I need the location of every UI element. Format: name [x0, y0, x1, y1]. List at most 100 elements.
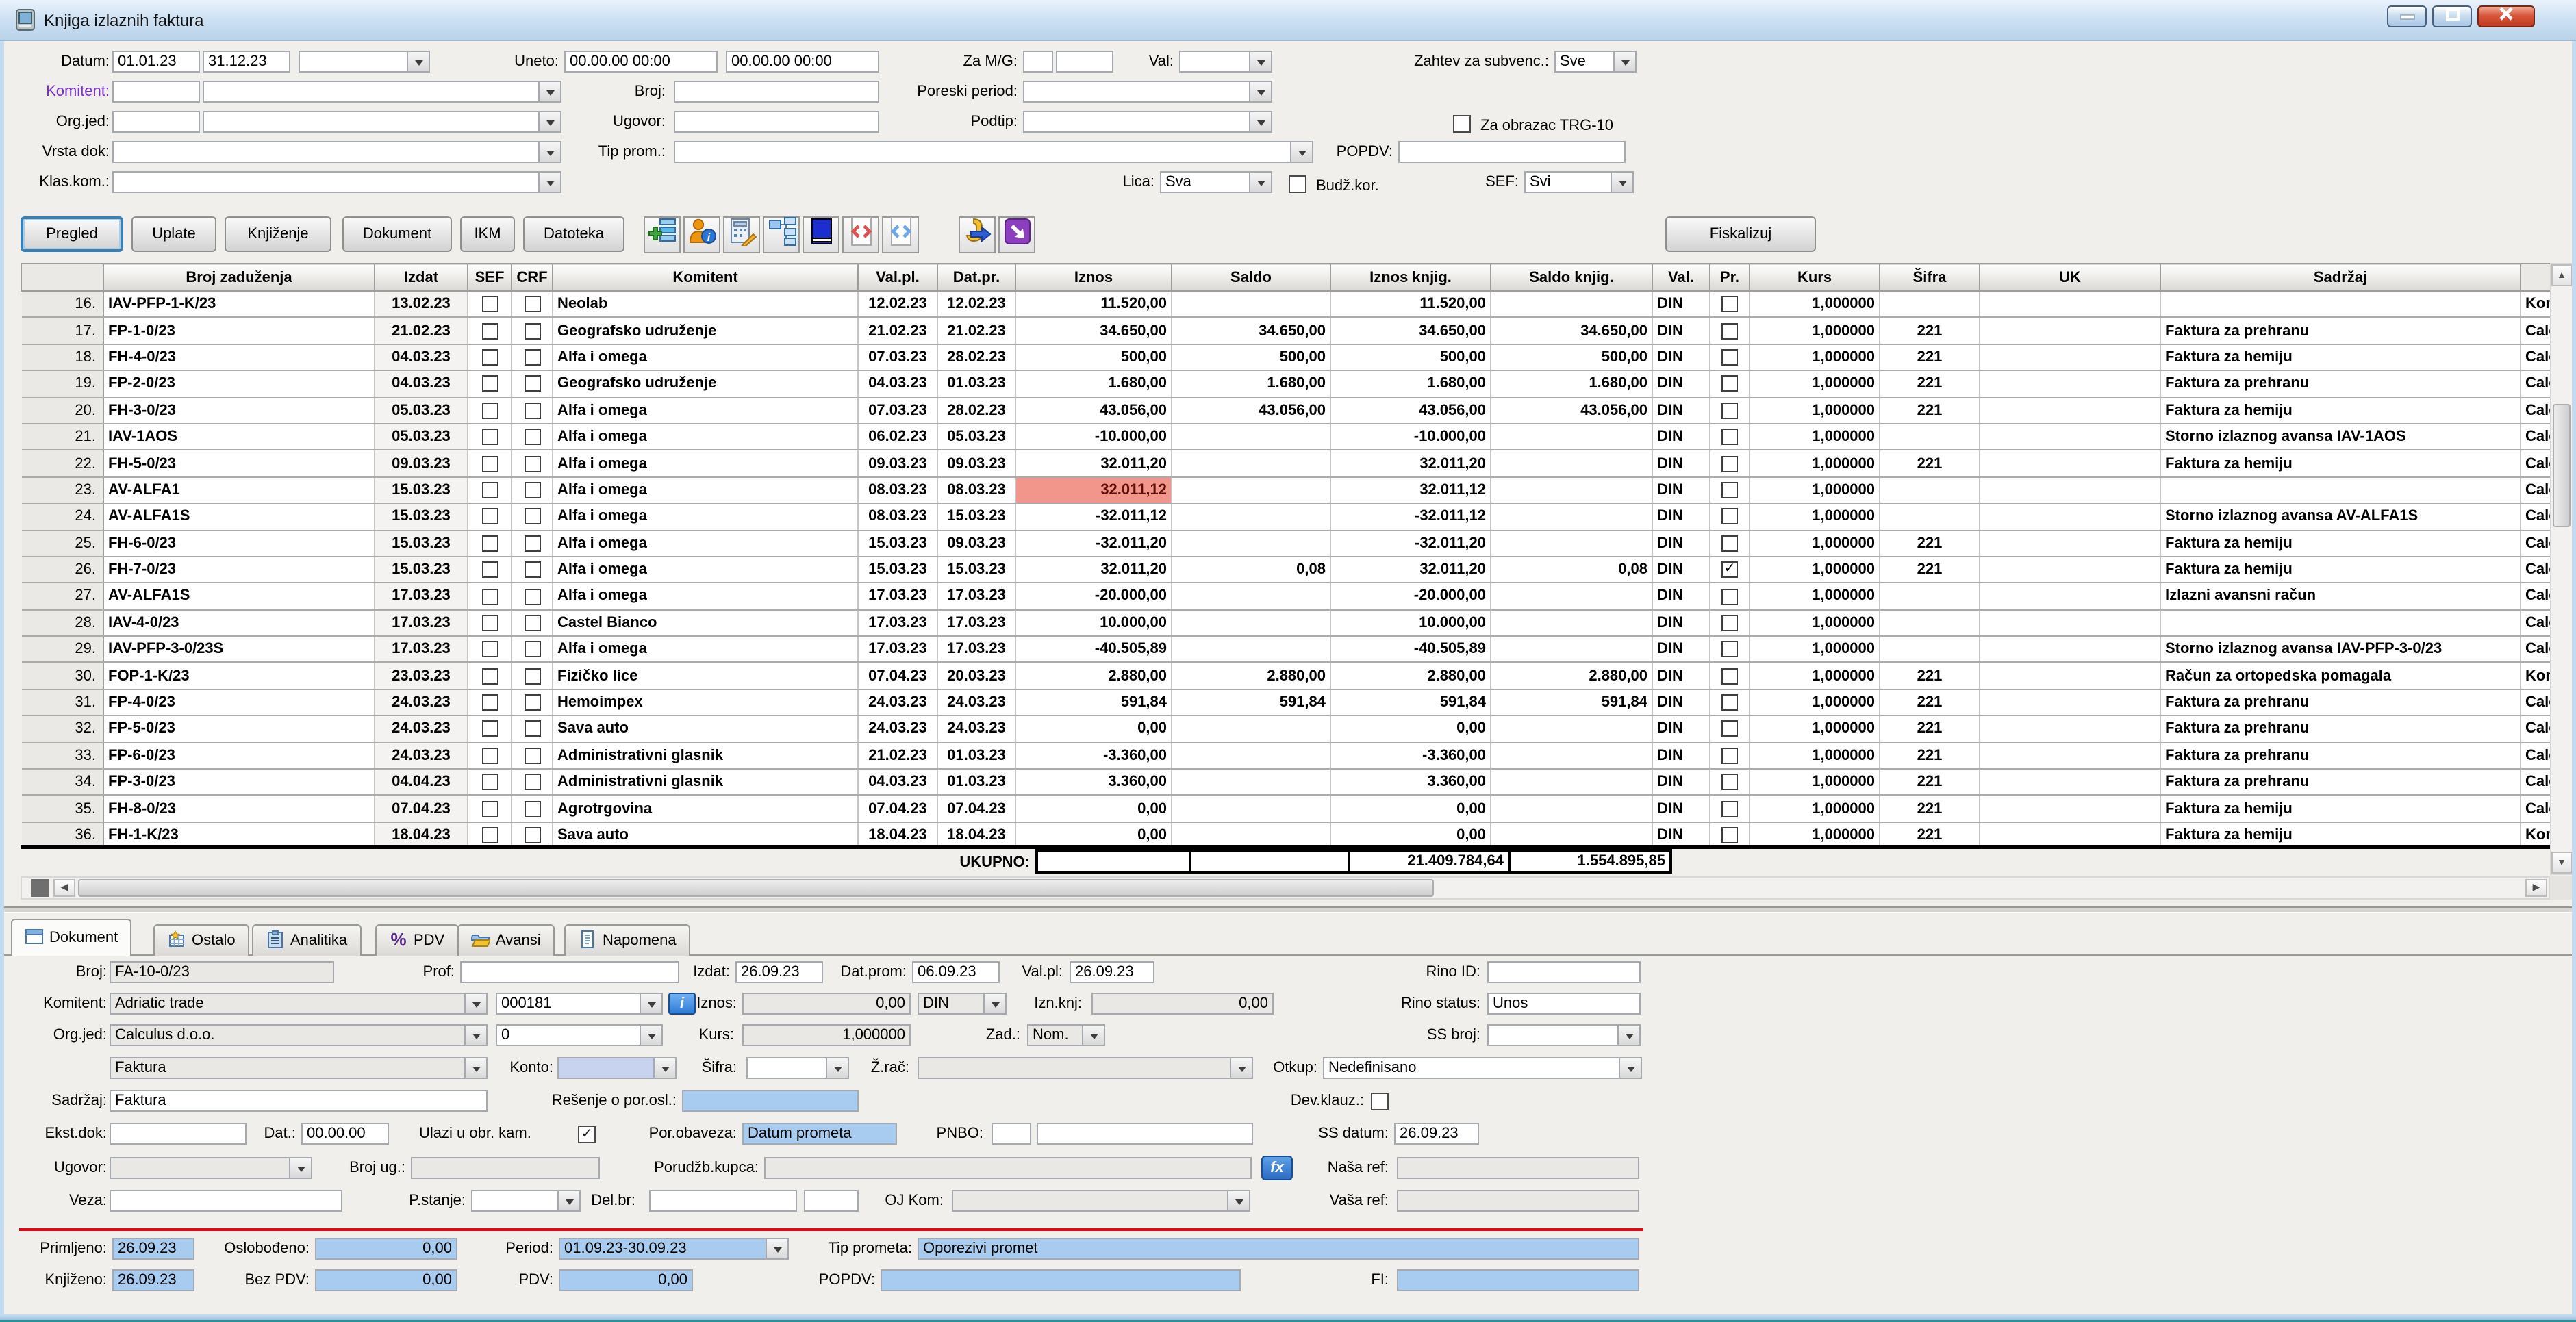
cell-saldo_k[interactable]	[1491, 530, 1652, 557]
cell-kurs[interactable]: 1,000000	[1750, 742, 1880, 769]
sef-checkbox[interactable]	[481, 561, 498, 578]
xml-blue-icon-button[interactable]	[882, 216, 919, 253]
tab-ostalo[interactable]: Ostalo	[153, 924, 249, 956]
d-valuta-dropdown[interactable]: DIN	[918, 993, 1007, 1015]
d-z-rac-dropdown[interactable]	[918, 1057, 1253, 1079]
d-broj-field[interactable]: FA-10-0/23	[110, 961, 334, 983]
cell-iznos[interactable]: 32.011,20	[1015, 450, 1172, 477]
cell-izdat[interactable]: 13.02.23	[375, 291, 468, 318]
sef-checkbox[interactable]	[481, 827, 498, 843]
cell-val[interactable]: DIN	[1652, 663, 1710, 689]
pr-checkbox[interactable]	[1721, 561, 1738, 578]
cell-uk[interactable]	[1980, 344, 2160, 371]
cell-iznos_k[interactable]: -3.360,00	[1330, 742, 1491, 769]
cell-saldo_k[interactable]	[1491, 796, 1652, 822]
cell-val[interactable]: DIN	[1652, 503, 1710, 530]
cell-saldo[interactable]	[1172, 530, 1330, 557]
chevron-down-icon[interactable]	[640, 1026, 661, 1045]
cell-valpl[interactable]: 24.03.23	[858, 689, 937, 716]
cell-izdat[interactable]: 17.03.23	[375, 609, 468, 636]
cell-datpr[interactable]: 17.03.23	[937, 636, 1015, 663]
cell-saldo_k[interactable]	[1491, 716, 1652, 743]
fiskalizuj-button[interactable]: Fiskalizuj	[1665, 216, 1816, 252]
cell-ext[interactable]: Calcu	[2521, 318, 2551, 344]
sef-checkbox[interactable]	[481, 800, 498, 817]
cell-crf[interactable]	[512, 424, 553, 450]
cell-uk[interactable]	[1980, 583, 2160, 610]
button-pregled[interactable]: Pregled	[21, 216, 123, 252]
column-header-val-[interactable]: Val.	[1652, 264, 1710, 291]
cell-ext[interactable]: Calcu	[2521, 530, 2551, 557]
cell-broj[interactable]: AV-ALFA1S	[103, 503, 375, 530]
cell-saldo_k[interactable]: 43.056,00	[1491, 397, 1652, 424]
button-ikm[interactable]: IKM	[460, 216, 515, 252]
cell-saldo[interactable]	[1172, 583, 1330, 610]
cell-val[interactable]: DIN	[1652, 291, 1710, 318]
cell-pr[interactable]	[1710, 689, 1750, 716]
crf-checkbox[interactable]	[524, 403, 540, 419]
cell-iznos_k[interactable]: -32.011,12	[1330, 503, 1491, 530]
cell-sadrzaj[interactable]: Račun za ortopedska pomagala	[2160, 663, 2521, 689]
chevron-down-icon[interactable]	[766, 1239, 787, 1258]
sef-checkbox[interactable]	[481, 668, 498, 684]
datum-to-field[interactable]: 31.12.23	[203, 51, 290, 73]
cell-datpr[interactable]: 24.03.23	[937, 689, 1015, 716]
cell-izdat[interactable]: 04.03.23	[375, 370, 468, 397]
cell-n[interactable]: 20.	[21, 397, 103, 424]
cell-iznos_k[interactable]: 2.880,00	[1330, 663, 1491, 689]
cell-izdat[interactable]: 24.03.23	[375, 689, 468, 716]
cell-sadrzaj[interactable]: Storno izlaznog avansa IAV-1AOS	[2160, 424, 2521, 450]
cell-valpl[interactable]: 12.02.23	[858, 291, 937, 318]
ulazi-checkbox[interactable]	[578, 1126, 596, 1143]
cell-val[interactable]: DIN	[1652, 370, 1710, 397]
cell-kurs[interactable]: 1,000000	[1750, 397, 1880, 424]
cell-saldo[interactable]: 500,00	[1172, 344, 1330, 371]
tab-analitika[interactable]: Analitika	[252, 924, 361, 956]
cell-komitent[interactable]: Alfa i omega	[553, 476, 858, 503]
cell-pr[interactable]	[1710, 503, 1750, 530]
cell-crf[interactable]	[512, 769, 553, 796]
cell-saldo[interactable]: 43.056,00	[1172, 397, 1330, 424]
p-stanje-dropdown[interactable]	[471, 1190, 581, 1212]
column-header-dat-pr-[interactable]: Dat.pr.	[937, 264, 1015, 291]
datum-preset-dropdown[interactable]	[299, 51, 430, 73]
cell-sef[interactable]	[468, 716, 512, 743]
crf-checkbox[interactable]	[524, 429, 540, 445]
scrollbar-divider[interactable]	[31, 879, 49, 897]
pr-checkbox[interactable]	[1721, 376, 1738, 392]
cell-sadrzaj[interactable]	[2160, 291, 2521, 318]
cell-komitent[interactable]: Alfa i omega	[553, 583, 858, 610]
d-zad-dropdown[interactable]: Nom.	[1027, 1024, 1105, 1046]
cell-iznos[interactable]: 11.520,00	[1015, 291, 1172, 318]
sef-checkbox[interactable]	[481, 403, 498, 419]
cell-saldo_k[interactable]	[1491, 609, 1652, 636]
cell-crf[interactable]	[512, 716, 553, 743]
porudzb-field[interactable]	[764, 1157, 1252, 1179]
cell-kurs[interactable]: 1,000000	[1750, 370, 1880, 397]
d-dat-prom-field[interactable]: 06.09.23	[912, 961, 1000, 983]
pr-checkbox[interactable]	[1721, 429, 1738, 445]
popdv-filter-field[interactable]	[1398, 141, 1626, 163]
cell-sef[interactable]	[468, 291, 512, 318]
cell-saldo[interactable]	[1172, 609, 1330, 636]
cell-iznos[interactable]: -3.360,00	[1015, 742, 1172, 769]
cell-sadrzaj[interactable]: Faktura za prehranu	[2160, 370, 2521, 397]
crf-checkbox[interactable]	[524, 615, 540, 631]
cell-datpr[interactable]: 01.03.23	[937, 742, 1015, 769]
cell-saldo[interactable]	[1172, 716, 1330, 743]
chevron-down-icon[interactable]	[464, 1026, 486, 1045]
chevron-down-icon[interactable]	[826, 1058, 848, 1078]
chevron-down-icon[interactable]	[538, 142, 560, 162]
cell-ext[interactable]: Calcu	[2521, 557, 2551, 583]
cell-komitent[interactable]: Alfa i omega	[553, 450, 858, 477]
cell-sadrzaj[interactable]: Faktura za prehranu	[2160, 769, 2521, 796]
cell-komitent[interactable]: Alfa i omega	[553, 424, 858, 450]
xml-red-icon-button[interactable]	[842, 216, 879, 253]
cell-uk[interactable]	[1980, 689, 2160, 716]
close-button[interactable]	[2477, 5, 2535, 27]
column-header-uk[interactable]: UK	[1980, 264, 2160, 291]
cell-n[interactable]: 19.	[21, 370, 103, 397]
cell-uk[interactable]	[1980, 397, 2160, 424]
lica-dropdown[interactable]: Sva	[1160, 171, 1272, 193]
cell-sef[interactable]	[468, 370, 512, 397]
